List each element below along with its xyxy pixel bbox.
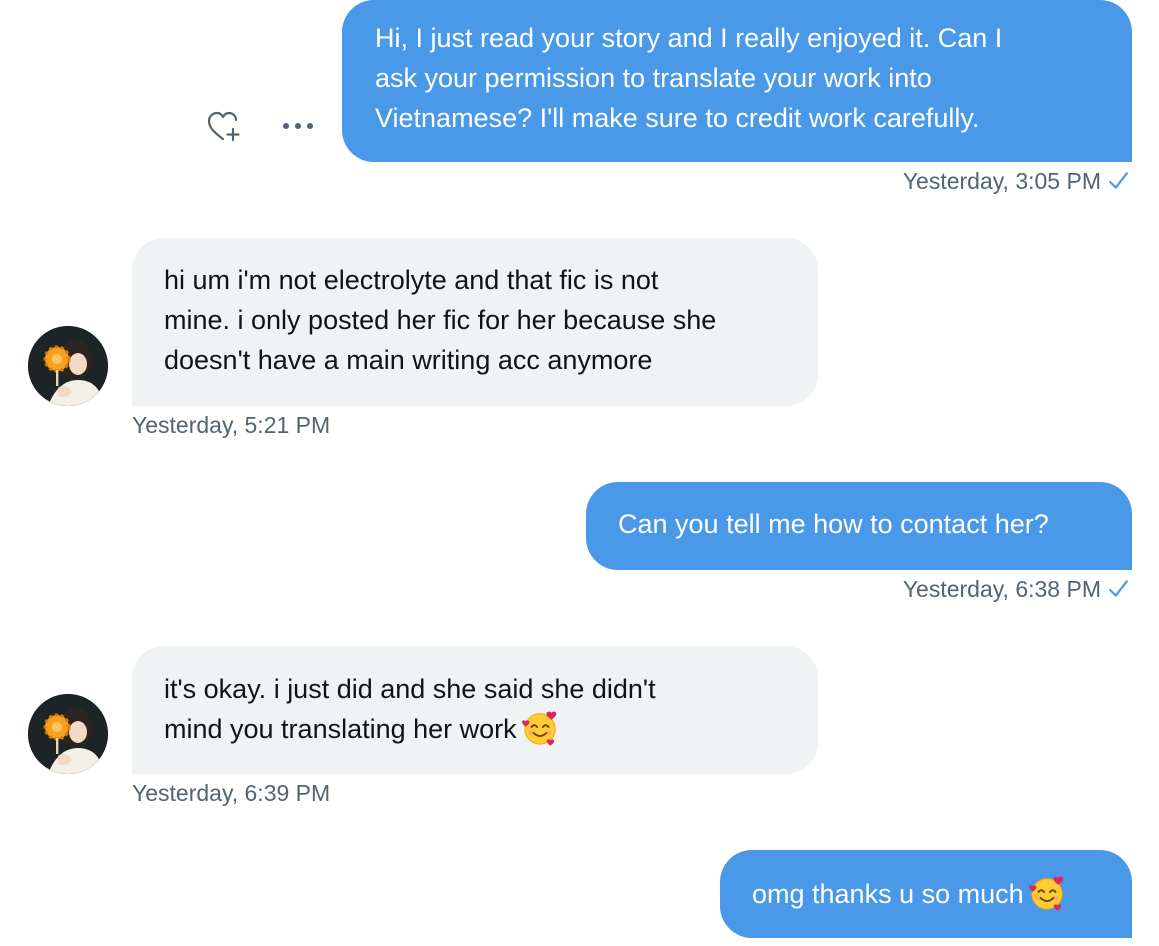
message-text-line: it's okay. i just did and she said she d… — [164, 674, 656, 704]
message-text-line: ask your permission to translate your wo… — [375, 63, 932, 93]
message-bubble-outgoing[interactable]: omg thanks u so much — [720, 850, 1132, 938]
message-bubble-incoming[interactable]: hi um i'm not electrolyte and that fic i… — [132, 238, 818, 406]
more-icon — [283, 123, 313, 129]
message-text-line: Hi, I just read your story and I really … — [375, 23, 1003, 53]
message-timestamp: Yesterday, 5:21 PM — [132, 412, 331, 438]
message-timestamp: Yesterday, 6:39 PM — [132, 780, 331, 806]
message-text-line: omg thanks u so much — [752, 874, 1102, 914]
timestamp-text: Yesterday, 6:38 PM — [902, 576, 1101, 602]
timestamp-text: Yesterday, 3:05 PM — [902, 168, 1101, 194]
avatar[interactable] — [28, 694, 108, 774]
avatar-image — [28, 326, 108, 406]
message-bubble-outgoing[interactable]: Can you tell me how to contact her? — [586, 482, 1132, 570]
message-thread: Hi, I just read your story and I really … — [0, 0, 1159, 946]
message-text-line: mind you translating her work — [164, 709, 788, 749]
react-button[interactable] — [203, 106, 247, 146]
more-options-button[interactable] — [278, 108, 318, 144]
read-check-icon — [1107, 578, 1129, 600]
heart-plus-icon — [207, 111, 240, 142]
message-timestamp: Yesterday, 3:05 PM — [903, 167, 1129, 195]
smiling-face-with-hearts-icon — [521, 709, 559, 747]
message-text-line: Vietnamese? I'll make sure to credit wor… — [375, 103, 980, 133]
read-check-icon — [1107, 170, 1129, 192]
message-timestamp: Yesterday, 6:38 PM — [903, 575, 1129, 603]
message-bubble-incoming[interactable]: it's okay. i just did and she said she d… — [132, 646, 818, 774]
avatar[interactable] — [28, 326, 108, 406]
message-text: omg thanks u so much — [752, 879, 1024, 909]
message-text-line: doesn't have a main writing acc anymore — [164, 345, 653, 375]
message-bubble-outgoing[interactable]: Hi, I just read your story and I really … — [342, 0, 1132, 162]
smiling-face-with-hearts-icon — [1028, 874, 1066, 912]
message-text-line: hi um i'm not electrolyte and that fic i… — [164, 265, 659, 295]
message-text-line: mine. i only posted her fic for her beca… — [164, 305, 717, 335]
avatar-image — [28, 694, 108, 774]
message-text-line: Can you tell me how to contact her? — [618, 509, 1049, 539]
message-text: mind you translating her work — [164, 714, 517, 744]
